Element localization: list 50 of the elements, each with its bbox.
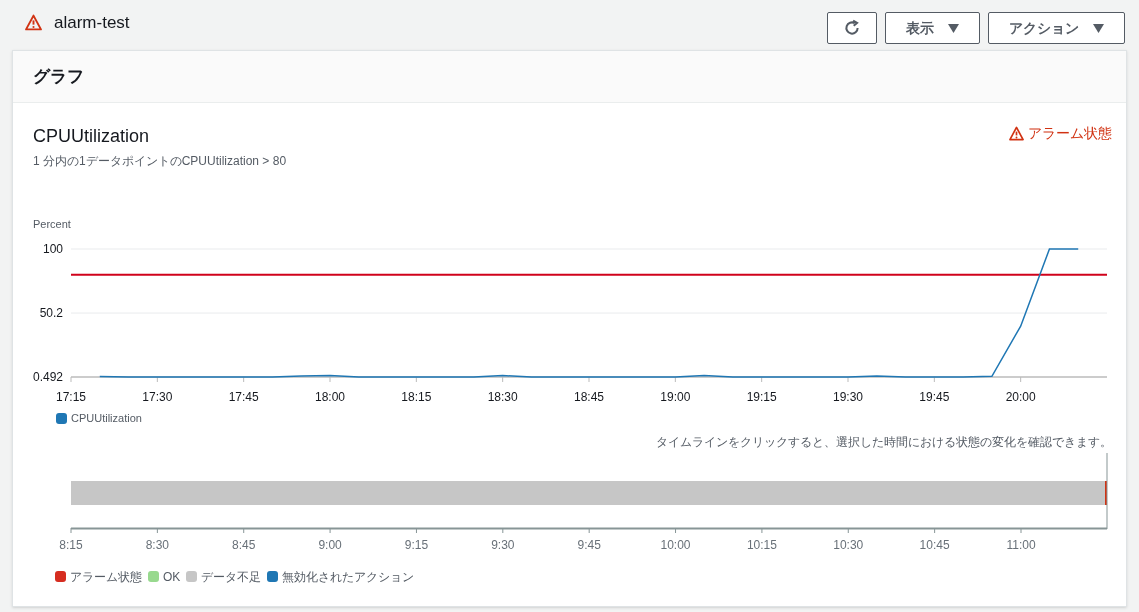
x-tick-label: 20:00 [1005,390,1036,404]
alarm-title: alarm-test [54,12,130,34]
y-axis-label: Percent [33,218,71,230]
y-tick-label: 100 [42,242,63,256]
legend-label: CPUUtilization [71,411,142,426]
timeline-segment[interactable] [71,480,1105,505]
x-tick-label: 18:00 [315,390,345,404]
x-tick-label: 17:30 [142,390,173,404]
legend-label: アラーム状態 [70,568,142,586]
timeline-tick-label: 8:30 [145,537,170,552]
x-tick-label: 17:15 [56,390,86,404]
x-tick-label: 18:30 [487,390,518,404]
x-tick-label: 17:45 [228,390,259,404]
x-tick-label: 18:45 [574,390,604,404]
dropdown-button[interactable]: 表示 [885,12,980,44]
legend-label: OK [163,568,181,586]
panel-title: グラフ [33,65,84,88]
legend-label: 無効化されたアクション [282,568,415,586]
timeline-tick-label: 10:45 [919,537,950,552]
timeline-tick-label: 11:00 [1006,537,1036,552]
timeline-tick-label: 9:15 [404,537,429,552]
timeline-segment[interactable] [1105,480,1107,505]
legend-swatch [56,412,67,424]
x-tick-label: 19:15 [746,390,777,404]
warning-icon [1009,126,1024,141]
x-tick-label: 18:15 [401,390,432,404]
timeline-tick-label: 8:45 [232,537,256,552]
timeline-tick-label: 9:00 [318,537,342,552]
warning-icon [25,14,42,32]
timeline-tick-label: 9:30 [491,537,515,552]
metric-condition: 1 分内の1データポイントのCPUUtilization > 80 [33,153,287,170]
alarm-state-label: アラーム状態 [1028,124,1112,143]
timeline-hint: タイムラインをクリックすると、選択した時間における状態の変化を確認できます。 [656,433,1112,451]
refresh-button[interactable] [827,12,877,44]
timeline-tick-label: 10:15 [746,537,777,552]
caret-icon [948,23,959,33]
x-tick-label: 19:30 [833,390,863,404]
timeline-tick-label: 10:00 [660,537,691,552]
timeline-tick-label: 10:30 [833,537,864,552]
timeline-tick-label: 8:15 [59,537,83,552]
y-tick-label: 0.492 [33,370,63,384]
x-tick-label: 19:45 [919,390,950,404]
dropdown-button[interactable]: アクション [988,12,1125,44]
refresh-icon [843,19,861,37]
y-tick-label: 50.2 [39,306,63,321]
timeline-tick-label: 9:45 [577,537,601,552]
metric-title: CPUUtilization [33,125,151,148]
legend-label: データ不足 [201,568,262,586]
caret-icon [1093,23,1104,33]
x-tick-label: 19:00 [660,390,691,404]
